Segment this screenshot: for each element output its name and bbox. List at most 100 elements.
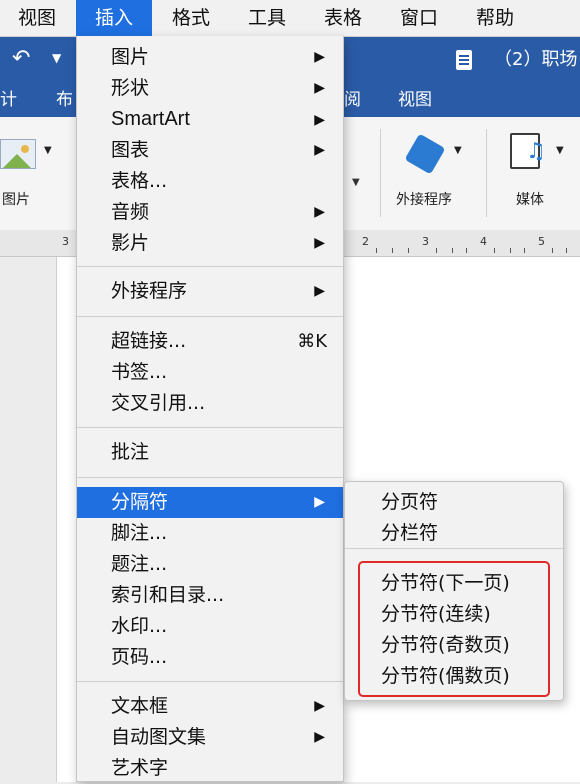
menu-item-caption[interactable]: 题注... [77,549,343,580]
menu-item-addins[interactable]: 外接程序 ▶ [77,276,343,307]
menu-item-footnote[interactable]: 脚注... [77,518,343,549]
menu-item-label: 交叉引用... [111,392,206,414]
addins-label: 外接程序 [396,192,452,208]
menu-item-label: 水印... [111,615,168,637]
addins-group[interactable]: ▼ 外接程序 [392,117,476,230]
menu-item-label: 题注... [111,553,168,575]
ruler-label: 3 [62,235,69,248]
menu-item-label: 文本框 [111,695,169,717]
tab-view[interactable]: 视图 [398,83,432,117]
picture-icon [0,139,36,169]
shortcut-label: ⌘K [297,331,327,352]
menu-item-label: 书签... [111,361,168,383]
menu-help[interactable]: 帮助 [460,0,530,36]
menu-item-label: 音频 [111,201,150,223]
undo-dropdown-icon[interactable]: ▼ [52,51,61,65]
divider [380,129,381,217]
submenu-arrow-icon: ▶ [314,204,325,220]
menu-item-label: 分隔符 [111,491,169,513]
menu-item-index-toc[interactable]: 索引和目录... [77,580,343,611]
menu-item-break[interactable]: 分隔符 ▶ [77,487,343,518]
music-note-icon: ♫ [526,139,546,164]
menu-item-shapes[interactable]: 形状 ▶ [77,73,343,104]
menu-separator [77,681,343,682]
tab-review[interactable]: 阅 [344,83,361,117]
menu-insert[interactable]: 插入 [76,0,152,36]
menu-item-label: 页码... [111,646,168,668]
menu-bar: 视图 插入 格式 工具 表格 窗口 帮助 [0,0,580,37]
menu-separator [77,427,343,428]
submenu-arrow-icon: ▶ [314,80,325,96]
menu-separator [345,548,563,549]
page-margin [0,257,56,782]
menu-separator [77,266,343,267]
menu-item-smartart[interactable]: SmartArt ▶ [77,104,343,135]
document-title: （2）职场 [494,49,578,70]
insert-menu: 图片 ▶ 形状 ▶ SmartArt ▶ 图表 ▶ 表格... 音频 ▶ 影片 … [76,36,344,782]
menu-item-label: 超链接... [111,330,187,352]
submenu-arrow-icon: ▶ [314,698,325,714]
ruler-label: 4 [480,235,487,248]
menu-item-label: 图片 [111,46,150,68]
menu-item-label: SmartArt [111,108,190,130]
menu-item-movie[interactable]: 影片 ▶ [77,228,343,259]
chevron-down-icon: ▼ [454,145,462,156]
submenu-arrow-icon: ▶ [314,729,325,745]
menu-table[interactable]: 表格 [308,0,378,36]
menu-item-table[interactable]: 表格... [77,166,343,197]
menu-item-label: 图表 [111,139,150,161]
document-icon [456,50,472,70]
chevron-down-icon: ▼ [556,145,564,156]
menu-view[interactable]: 视图 [2,0,72,36]
submenu-arrow-icon: ▶ [314,142,325,158]
menu-item-autotext[interactable]: 自动图文集 ▶ [77,722,343,753]
menu-item-text-box[interactable]: 文本框 ▶ [77,691,343,722]
media-label: 媒体 [516,192,544,208]
menu-separator [77,477,343,478]
submenu-item-column-break[interactable]: 分栏符 [381,518,438,549]
menu-format[interactable]: 格式 [156,0,226,36]
menu-item-label: 表格... [111,170,168,192]
menu-window[interactable]: 窗口 [384,0,454,36]
menu-item-page-numbers[interactable]: 页码... [77,642,343,673]
menu-separator [77,316,343,317]
menu-item-label: 脚注... [111,522,168,544]
menu-item-hyperlink[interactable]: 超链接... ⌘K [77,326,343,357]
tab-layout[interactable]: 布 [56,83,73,117]
menu-item-label: 索引和目录... [111,584,225,606]
menu-item-label: 外接程序 [111,280,188,302]
pictures-group[interactable]: ▼ 图片 [0,117,60,230]
pictures-label: 图片 [2,192,30,208]
menu-tools[interactable]: 工具 [232,0,302,36]
submenu-arrow-icon: ▶ [314,283,325,299]
menu-item-label: 形状 [111,77,150,99]
menu-item-chart[interactable]: 图表 ▶ [77,135,343,166]
menu-item-label: 影片 [111,232,150,254]
submenu-item-page-break[interactable]: 分页符 [381,487,438,518]
divider [486,129,487,217]
menu-item-label: 批注 [111,441,150,463]
menu-item-watermark[interactable]: 水印... [77,611,343,642]
menu-item-wordart[interactable]: 艺术字 [77,753,343,784]
ruler-label: 5 [538,235,545,248]
submenu-arrow-icon: ▶ [314,235,325,251]
submenu-arrow-icon: ▶ [314,494,325,510]
menu-item-cross-reference[interactable]: 交叉引用... [77,388,343,419]
media-group[interactable]: ♫ ▼ 媒体 [498,117,576,230]
addins-icon [404,133,446,175]
submenu-arrow-icon: ▶ [314,111,325,127]
menu-item-comment[interactable]: 批注 [77,437,343,468]
menu-item-pictures[interactable]: 图片 ▶ [77,42,343,73]
ruler-label: 2 [362,235,369,248]
chevron-down-icon[interactable]: ▼ [352,177,360,188]
highlight-box [358,561,550,697]
chevron-down-icon: ▼ [44,145,52,156]
menu-item-label: 艺术字 [111,757,169,779]
menu-item-bookmark[interactable]: 书签... [77,357,343,388]
menu-item-audio[interactable]: 音频 ▶ [77,197,343,228]
ruler-label: 3 [422,235,429,248]
submenu-arrow-icon: ▶ [314,49,325,65]
menu-item-label: 自动图文集 [111,726,207,748]
undo-icon[interactable]: ↶ [12,46,30,71]
tab-design[interactable]: 计 [0,83,17,117]
